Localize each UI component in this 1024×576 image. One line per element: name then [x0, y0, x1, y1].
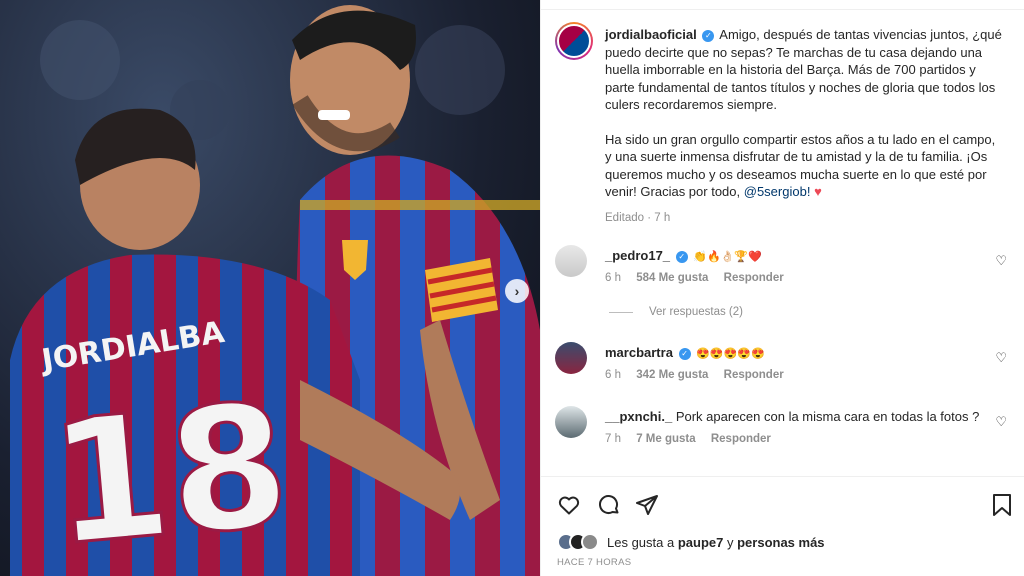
mention-link[interactable]: @5sergiob!: [744, 184, 811, 199]
post-timestamp: HACE 7 HORAS: [557, 557, 632, 568]
comment-bubble-icon[interactable]: [597, 493, 621, 517]
commenter-avatar[interactable]: [555, 342, 587, 374]
share-send-icon[interactable]: [635, 493, 659, 517]
comment-likes[interactable]: 7 Me gusta: [636, 433, 695, 445]
comment-likes[interactable]: 584 Me gusta: [636, 272, 708, 284]
comment-username[interactable]: marcbartra: [605, 345, 673, 360]
likes-summary[interactable]: Les gusta a paupe7 y personas más: [557, 533, 825, 551]
comment-text: 👏🔥👌🏻🏆❤️: [693, 251, 762, 263]
verified-icon: ✓: [702, 29, 715, 42]
jersey-number: 18: [43, 366, 296, 576]
post-actions-bar: Les gusta a paupe7 y personas más HACE 7…: [541, 476, 1024, 576]
commenter-avatar[interactable]: [555, 245, 587, 277]
view-replies-button[interactable]: Ver respuestas (2): [609, 306, 743, 318]
likes-mid: y: [726, 534, 734, 550]
players-illustration: JORDIALBA 18: [10, 5, 540, 576]
comment-text: Pork aparecen con la misma cara en todas…: [675, 409, 980, 424]
caption-meta: Editado · 7 h: [605, 211, 671, 224]
verified-icon: ✓: [678, 347, 691, 360]
author-username[interactable]: jordialbaoficial: [605, 27, 697, 42]
comment-username[interactable]: _pedro17_: [605, 248, 670, 263]
like-comment-icon[interactable]: ♡: [995, 414, 1007, 430]
commenter-avatar[interactable]: [555, 406, 587, 438]
liker-avatar: [581, 533, 599, 551]
comment-time: 6 h: [605, 369, 621, 381]
reply-button[interactable]: Responder: [724, 369, 784, 381]
view-replies-label: Ver respuestas (2): [649, 306, 743, 318]
comment-time: 7 h: [605, 433, 621, 445]
like-heart-icon[interactable]: [557, 493, 581, 517]
likes-prefix: Les gusta a: [607, 534, 675, 550]
comment-text: 😍😍😍😍😍: [696, 348, 765, 360]
verified-icon: ✓: [675, 250, 688, 263]
next-photo-button[interactable]: ›: [505, 279, 529, 303]
like-comment-icon[interactable]: ♡: [995, 253, 1007, 269]
reply-button[interactable]: Responder: [724, 272, 784, 284]
liker-username[interactable]: paupe7: [678, 535, 724, 550]
others-count[interactable]: personas más: [737, 535, 824, 550]
like-comment-icon[interactable]: ♡: [995, 350, 1007, 366]
post-detail-panel: jordialbaoficial ✓ Amigo, después de tan…: [540, 0, 1024, 576]
comment-username[interactable]: __pxnchi._: [605, 409, 672, 424]
save-bookmark-icon[interactable]: [991, 493, 1013, 517]
post-photo[interactable]: JORDIALBA 18 ›: [0, 0, 540, 576]
comment-time: 6 h: [605, 272, 621, 284]
replies-divider: [609, 311, 633, 313]
caption: jordialbaoficial ✓ Amigo, después de tan…: [605, 26, 1005, 227]
header-strip: [541, 0, 1024, 10]
reply-button[interactable]: Responder: [711, 433, 771, 445]
author-avatar[interactable]: [555, 22, 593, 60]
red-heart-icon: ♥: [814, 184, 822, 199]
comment-likes[interactable]: 342 Me gusta: [636, 369, 708, 381]
